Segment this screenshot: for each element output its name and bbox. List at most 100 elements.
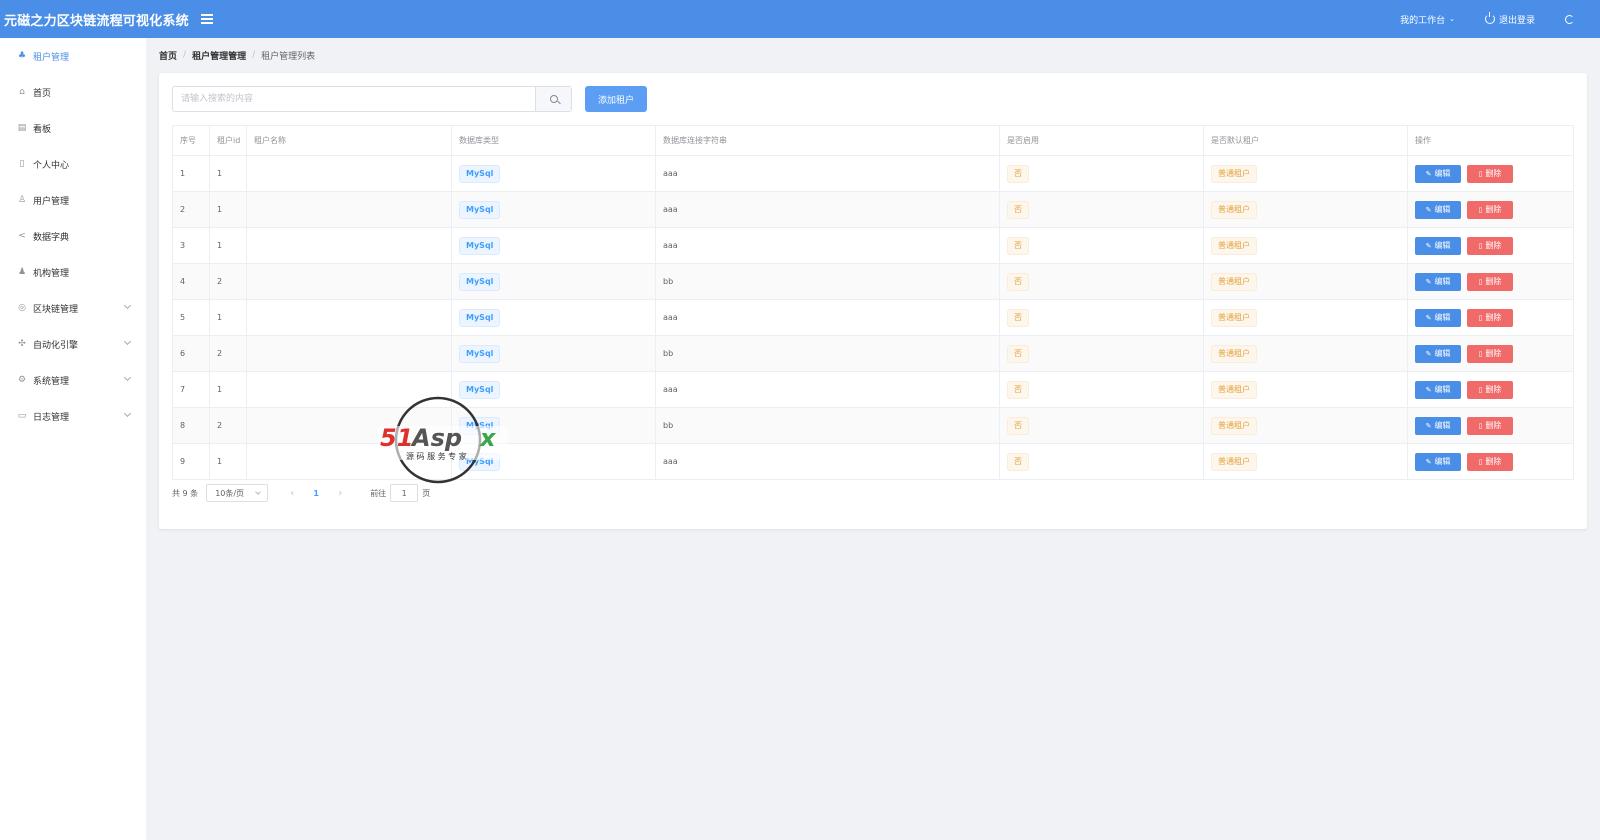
delete-label: 删除 xyxy=(1485,421,1502,430)
delete-button[interactable]: ▯ 删除 xyxy=(1467,272,1513,291)
enabled-tag: 否 xyxy=(1007,344,1029,363)
search-button[interactable] xyxy=(535,87,571,111)
delete-button[interactable]: ▯ 删除 xyxy=(1467,344,1513,363)
cell-enabled: 否 xyxy=(999,155,1204,192)
logout-button[interactable]: 退出登录 xyxy=(1484,12,1535,26)
sidebar-item-home[interactable]: ⌂ 首页 xyxy=(0,74,146,110)
sidebar-item-users[interactable]: ♙ 用户管理 xyxy=(0,182,146,218)
cell-index: 2 xyxy=(172,191,210,228)
cell-tenant-name xyxy=(246,191,452,228)
sidebar-item-engine[interactable]: ✣ 自动化引擎 xyxy=(0,326,146,362)
sidebar-item-tenant[interactable]: ♣ 租户管理 xyxy=(0,38,146,74)
sidebar-item-log[interactable]: ▭ 日志管理 xyxy=(0,398,146,434)
page-number[interactable]: 1 xyxy=(306,489,326,498)
cell-db-type: MySql xyxy=(451,299,656,336)
profile-icon: ▯ xyxy=(19,159,25,169)
delete-button[interactable]: ▯ 删除 xyxy=(1467,416,1513,435)
cell-connection-string: aaa xyxy=(655,371,1000,408)
cell-db-type: MySql xyxy=(451,191,656,228)
sidebar-item-org[interactable]: ♟ 机构管理 xyxy=(0,254,146,290)
sidebar-item-dictionary[interactable]: < 数据字典 xyxy=(0,218,146,254)
sidebar: ♣ 租户管理 ⌂ 首页 ▤ 看板 ▯ 个人中心 ♙ 用户管理 < 数据字典 ♟ … xyxy=(0,38,146,840)
sidebar-item-dashboard[interactable]: ▤ 看板 xyxy=(0,110,146,146)
cell-connection-string: aaa xyxy=(655,299,1000,336)
sidebar-item-profile[interactable]: ▯ 个人中心 xyxy=(0,146,146,182)
cell-default-tenant: 普通租户 xyxy=(1203,299,1408,336)
delete-button[interactable]: ▯ 删除 xyxy=(1467,164,1513,183)
tenant-icon: ♣ xyxy=(17,51,27,61)
edit-button[interactable]: ✎ 编辑 xyxy=(1415,344,1461,363)
edit-button[interactable]: ✎ 编辑 xyxy=(1415,164,1461,183)
sidebar-item-system[interactable]: ⚙ 系统管理 xyxy=(0,362,146,398)
refresh-button[interactable] xyxy=(1565,14,1574,24)
column-header: 操作 xyxy=(1407,125,1574,156)
delete-button[interactable]: ▯ 删除 xyxy=(1467,236,1513,255)
enabled-tag: 否 xyxy=(1007,308,1029,327)
table-row: 6 2 MySql bb 否 普通租户 ✎ 编辑 ▯ 删除 xyxy=(172,335,1574,372)
table-row: 3 1 MySql aaa 否 普通租户 ✎ 编辑 ▯ 删除 xyxy=(172,227,1574,264)
column-header: 租户名称 xyxy=(246,125,452,156)
delete-button[interactable]: ▯ 删除 xyxy=(1467,200,1513,219)
db-type-tag: MySql xyxy=(459,344,501,363)
cell-connection-string: aaa xyxy=(655,155,1000,192)
cell-db-type: MySql xyxy=(451,227,656,264)
next-page-button[interactable]: › xyxy=(330,488,350,499)
cell-tenant-id: 1 xyxy=(209,299,247,336)
sidebar-item-label: 租户管理 xyxy=(33,52,70,63)
column-header: 数据库类型 xyxy=(451,125,656,156)
column-header: 是否默认租户 xyxy=(1203,125,1408,156)
eye-icon: ◎ xyxy=(18,303,26,313)
cell-index: 5 xyxy=(172,299,210,336)
enabled-tag: 否 xyxy=(1007,272,1029,291)
cell-tenant-id: 1 xyxy=(209,191,247,228)
page-size-select[interactable]: 10条/页 xyxy=(206,484,269,502)
edit-button[interactable]: ✎ 编辑 xyxy=(1415,416,1461,435)
cell-default-tenant: 普通租户 xyxy=(1203,227,1408,264)
delete-button[interactable]: ▯ 删除 xyxy=(1467,452,1513,471)
pencil-icon: ✎ xyxy=(1425,277,1432,286)
user-icon: ♙ xyxy=(17,195,27,205)
cell-db-type: MySql xyxy=(451,371,656,408)
cell-actions: ✎ 编辑 ▯ 删除 xyxy=(1407,335,1574,372)
cell-default-tenant: 普通租户 xyxy=(1203,407,1408,444)
cell-actions: ✎ 编辑 ▯ 删除 xyxy=(1407,263,1574,300)
cell-actions: ✎ 编辑 ▯ 删除 xyxy=(1407,443,1574,480)
edit-button[interactable]: ✎ 编辑 xyxy=(1415,236,1461,255)
trash-icon: ▯ xyxy=(1478,457,1483,466)
menu-toggle-icon[interactable] xyxy=(200,14,213,24)
breadcrumb-home[interactable]: 首页 xyxy=(159,49,177,62)
sidebar-item-blockchain[interactable]: ◎ 区块链管理 xyxy=(0,290,146,326)
default-tenant-tag: 普通租户 xyxy=(1211,380,1257,399)
delete-button[interactable]: ▯ 删除 xyxy=(1467,380,1513,399)
table-row: 4 2 MySql bb 否 普通租户 ✎ 编辑 ▯ 删除 xyxy=(172,263,1574,300)
add-tenant-button[interactable]: 添加租户 xyxy=(585,86,647,112)
table-row: 1 1 MySql aaa 否 普通租户 ✎ 编辑 ▯ 删除 xyxy=(172,155,1574,192)
cell-enabled: 否 xyxy=(999,443,1204,480)
goto-page-input[interactable] xyxy=(390,484,419,502)
edit-label: 编辑 xyxy=(1434,313,1451,322)
search-input[interactable] xyxy=(173,87,535,111)
enabled-tag: 否 xyxy=(1007,236,1029,255)
cell-tenant-id: 1 xyxy=(209,371,247,408)
edit-button[interactable]: ✎ 编辑 xyxy=(1415,308,1461,327)
column-header: 是否启用 xyxy=(999,125,1204,156)
power-icon xyxy=(1484,12,1495,24)
prev-page-button[interactable]: ‹ xyxy=(282,488,302,499)
breadcrumb: 首页 / 租户管理管理 / 租户管理列表 xyxy=(159,48,315,62)
breadcrumb-tenant-admin[interactable]: 租户管理管理 xyxy=(192,49,246,62)
cell-enabled: 否 xyxy=(999,299,1204,336)
trash-icon: ▯ xyxy=(1478,313,1483,322)
enabled-tag: 否 xyxy=(1007,200,1029,219)
edit-button[interactable]: ✎ 编辑 xyxy=(1415,200,1461,219)
edit-button[interactable]: ✎ 编辑 xyxy=(1415,272,1461,291)
default-tenant-tag: 普通租户 xyxy=(1211,200,1257,219)
delete-label: 删除 xyxy=(1485,457,1502,466)
cell-tenant-id: 2 xyxy=(209,335,247,372)
workbench-dropdown[interactable]: 我的工作台 ⌄ xyxy=(1400,13,1455,26)
edit-button[interactable]: ✎ 编辑 xyxy=(1415,452,1461,471)
edit-label: 编辑 xyxy=(1434,349,1451,358)
edit-button[interactable]: ✎ 编辑 xyxy=(1415,380,1461,399)
delete-button[interactable]: ▯ 删除 xyxy=(1467,308,1513,327)
sidebar-item-label: 数据字典 xyxy=(33,232,70,243)
cell-tenant-name xyxy=(246,299,452,336)
